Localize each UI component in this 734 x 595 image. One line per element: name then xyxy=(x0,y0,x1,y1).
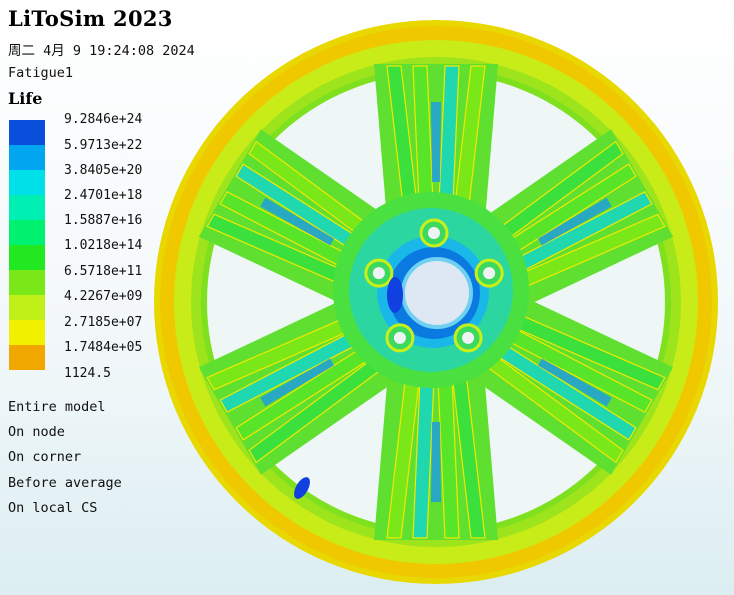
spoke-shading xyxy=(431,422,441,502)
lug-hole-opening xyxy=(462,331,475,344)
lug-hole-opening xyxy=(393,331,406,344)
lug-hole-opening xyxy=(483,267,496,280)
stress-hotspot xyxy=(387,277,403,313)
spoke-shading xyxy=(431,102,441,182)
lug-hole-opening xyxy=(428,227,440,239)
viewport-canvas[interactable] xyxy=(0,0,734,595)
wheel-model[interactable] xyxy=(154,20,718,584)
spoke xyxy=(374,372,498,540)
lug-hole-opening xyxy=(372,267,385,280)
center-bore xyxy=(401,257,473,329)
